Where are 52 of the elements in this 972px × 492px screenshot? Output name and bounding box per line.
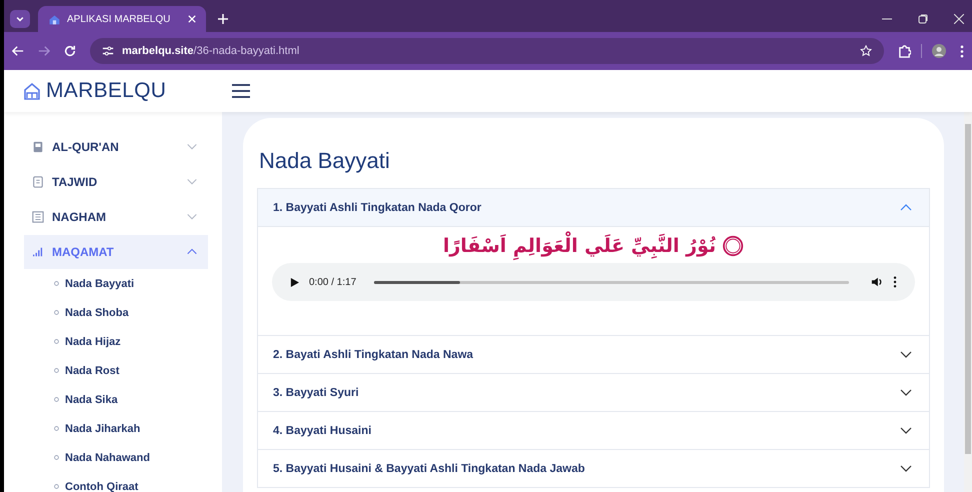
- more-vertical-icon[interactable]: [893, 276, 897, 288]
- verse-end-circle-icon: [722, 235, 744, 257]
- submenu-link[interactable]: Nada Hijaz: [4, 327, 222, 356]
- tab-title: APLIKASI MARBELQU: [67, 14, 172, 24]
- submenu-link[interactable]: Nada Jiharkah: [4, 414, 222, 443]
- browser-tab[interactable]: APLIKASI MARBELQU: [38, 6, 206, 32]
- reload-icon[interactable]: [64, 45, 76, 57]
- close-icon[interactable]: [954, 14, 964, 24]
- document-icon: [32, 176, 44, 188]
- avatar-icon[interactable]: [932, 44, 946, 58]
- logo-text: MARBELQU: [46, 79, 166, 103]
- chevron-down-icon[interactable]: [15, 14, 25, 24]
- circle-bullet-icon: [54, 455, 59, 460]
- circle-bullet-icon: [54, 339, 59, 344]
- volume-icon[interactable]: [871, 276, 883, 288]
- circle-bullet-icon: [54, 484, 59, 489]
- submenu-link[interactable]: Contoh Qiraat: [4, 472, 222, 492]
- tune-icon[interactable]: [102, 45, 114, 57]
- star-icon[interactable]: [860, 45, 872, 57]
- submenu-link[interactable]: Nada Bayyati: [4, 269, 222, 298]
- progress-track[interactable]: [374, 280, 849, 284]
- page-title: Nada Bayyati: [259, 148, 391, 174]
- sidebar-item[interactable]: NAGHAM: [24, 200, 208, 234]
- circle-bullet-icon: [54, 397, 59, 402]
- sidebar-item[interactable]: AL-QUR'AN: [24, 130, 208, 164]
- scrollbar-thumb[interactable]: [965, 124, 971, 454]
- menu-icon[interactable]: [232, 84, 250, 98]
- submenu-link[interactable]: Nada Shoba: [4, 298, 222, 327]
- restore-icon[interactable]: [918, 14, 928, 24]
- play-icon[interactable]: [290, 278, 299, 286]
- circle-bullet-icon: [54, 281, 59, 286]
- circle-bullet-icon: [54, 368, 59, 373]
- url-text: marbelqu.site/36-nada-bayyati.html: [122, 45, 300, 57]
- book-icon: [32, 141, 44, 153]
- more-vertical-icon[interactable]: [960, 44, 964, 58]
- sidebar-item[interactable]: MAQAMAT: [24, 235, 208, 269]
- puzzle-icon[interactable]: [898, 44, 911, 58]
- list-icon: [32, 211, 44, 223]
- sidebar-item[interactable]: TAJWID: [24, 165, 208, 199]
- submenu-link[interactable]: Nada Rost: [4, 356, 222, 385]
- time-display: 0:00 / 1:17: [309, 276, 356, 288]
- submenu-link[interactable]: Nada Nahawand: [4, 443, 222, 472]
- audio-player[interactable]: 0:00 / 1:17: [272, 263, 915, 301]
- back-arrow-icon[interactable]: [12, 45, 24, 57]
- circle-bullet-icon: [54, 310, 59, 315]
- plus-icon[interactable]: [218, 14, 228, 24]
- accordion-header[interactable]: 1. Bayyati Ashli Tingkatan Nada Qoror: [258, 189, 929, 227]
- forward-arrow-icon[interactable]: [38, 45, 50, 57]
- circle-bullet-icon: [54, 426, 59, 431]
- bar-chart-icon: [32, 246, 44, 258]
- address-bar[interactable]: marbelqu.site/36-nada-bayyati.html: [90, 38, 884, 64]
- submenu-link[interactable]: Nada Sika: [4, 385, 222, 414]
